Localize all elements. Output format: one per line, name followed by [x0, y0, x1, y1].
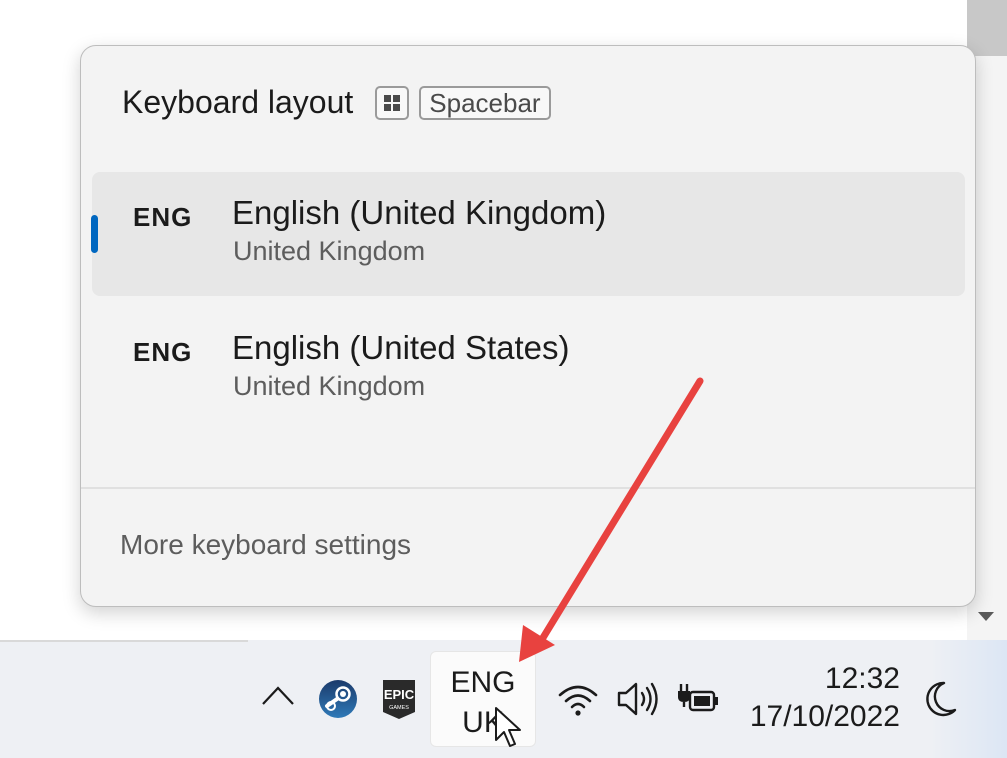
more-keyboard-settings-link[interactable]: More keyboard settings: [120, 529, 411, 561]
moon-icon[interactable]: [922, 680, 958, 718]
flyout-divider: [81, 487, 975, 489]
layout-item-english-us[interactable]: ENG English (United States) United Kingd…: [92, 307, 965, 431]
layout-region: United Kingdom: [233, 236, 426, 266]
flyout-title: Keyboard layout: [122, 84, 354, 120]
volume-icon[interactable]: [615, 680, 661, 718]
layout-name: English (United States): [232, 329, 570, 366]
layout-code: ENG: [133, 202, 193, 232]
clock-date[interactable]: 17/10/2022: [740, 700, 900, 734]
scroll-down-arrow-icon[interactable]: [978, 612, 994, 621]
windows-key-icon: [375, 85, 410, 120]
spacebar-key-chip: Spacebar: [419, 85, 551, 120]
layout-code: ENG: [133, 337, 193, 367]
battery-charging-icon[interactable]: [676, 680, 720, 716]
steam-icon[interactable]: [318, 679, 358, 719]
svg-text:EPIC: EPIC: [384, 687, 415, 702]
flyout-header: Keyboard layout Spacebar: [122, 84, 551, 121]
epic-games-icon[interactable]: EPIC GAMES: [381, 678, 417, 720]
svg-text:GAMES: GAMES: [389, 705, 409, 711]
layout-region: United Kingdom: [233, 371, 426, 401]
layout-name: English (United Kingdom): [232, 194, 607, 231]
wifi-icon[interactable]: [557, 681, 599, 717]
taskbar-divider: [0, 640, 248, 642]
language-code: ENG: [450, 666, 516, 699]
keyboard-layout-flyout: Keyboard layout Spacebar ENG English (Un…: [80, 45, 976, 607]
selected-indicator: [91, 215, 98, 253]
layout-item-english-uk[interactable]: ENG English (United Kingdom) United King…: [91, 172, 965, 296]
scrollbar-thumb[interactable]: [967, 0, 1007, 56]
clock-time[interactable]: 12:32: [760, 662, 900, 696]
mouse-cursor-icon: [495, 707, 521, 747]
chevron-up-icon[interactable]: [260, 683, 296, 707]
